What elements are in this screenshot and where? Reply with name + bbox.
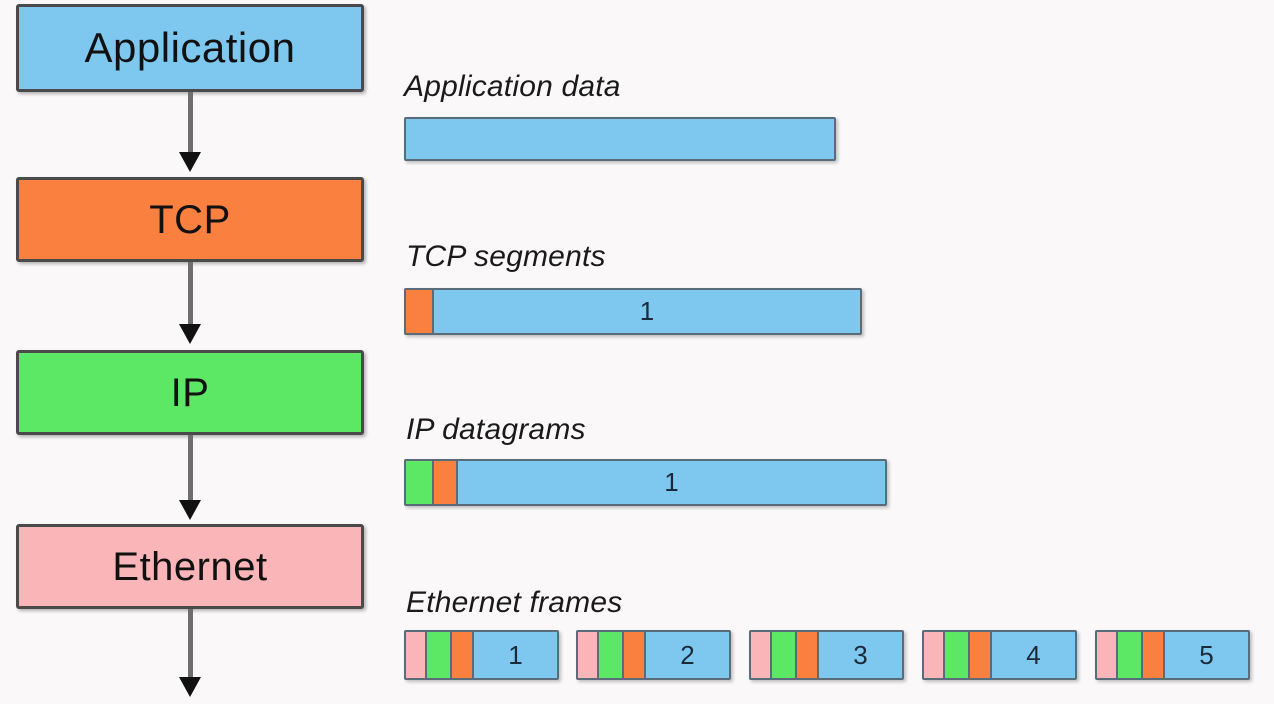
pdu-label-ip-datagrams: IP datagrams	[406, 413, 586, 446]
segment-ethernet-payload: 3	[819, 632, 902, 678]
segment-tcp-header	[406, 290, 434, 333]
segment-ip-header	[406, 461, 434, 504]
segment-ip-header	[1118, 632, 1143, 678]
stack-layer-ethernet: Ethernet	[16, 524, 364, 609]
segment-ip-header	[772, 632, 797, 678]
segment-ip-payload: 1	[458, 461, 885, 504]
segment-tcp-header	[970, 632, 992, 678]
segment-ethernet-header	[406, 632, 427, 678]
pdu-ethernet-frame: 5	[1095, 630, 1250, 680]
segment-ethernet-header	[1097, 632, 1118, 678]
stack-layer-tcp: TCP	[16, 177, 364, 262]
pdu-ethernet-frame: 4	[922, 630, 1077, 680]
stack-layer-ethernet-label: Ethernet	[112, 544, 268, 589]
segment-ip-header	[427, 632, 452, 678]
arrow-ethernet-out	[179, 609, 201, 699]
pdu-tcp-segment: 1	[404, 288, 862, 335]
pdu-ethernet-frame: 1	[404, 630, 559, 680]
segment-ethernet-payload: 4	[992, 632, 1075, 678]
segment-tcp-header	[1143, 632, 1165, 678]
segment-ethernet-payload: 1	[474, 632, 557, 678]
segment-application-payload	[406, 119, 834, 159]
arrow-tcp-to-ip	[179, 262, 201, 347]
pdu-ethernet-frame: 3	[749, 630, 904, 680]
segment-ip-header	[599, 632, 624, 678]
segment-tcp-header	[797, 632, 819, 678]
arrow-application-to-tcp	[179, 92, 201, 174]
pdu-ip-datagram: 1	[404, 459, 887, 506]
stack-layer-ip-label: IP	[170, 370, 210, 415]
encapsulation-diagram: Application TCP IP Ethernet Application …	[0, 0, 1274, 704]
pdu-application-data	[404, 117, 836, 161]
segment-tcp-header	[624, 632, 646, 678]
pdu-label-tcp-segments: TCP segments	[406, 240, 606, 273]
pdu-label-ethernet-frames: Ethernet frames	[406, 586, 623, 619]
pdu-label-application-data: Application data	[404, 70, 621, 103]
pdu-ethernet-frame: 2	[576, 630, 731, 680]
segment-ethernet-header	[924, 632, 945, 678]
stack-layer-application: Application	[16, 4, 364, 92]
stack-layer-application-label: Application	[84, 24, 296, 71]
segment-ip-header	[945, 632, 970, 678]
segment-tcp-header	[434, 461, 458, 504]
stack-layer-tcp-label: TCP	[149, 197, 231, 242]
stack-layer-ip: IP	[16, 350, 364, 435]
segment-ethernet-payload: 5	[1165, 632, 1248, 678]
arrow-ip-to-ethernet	[179, 435, 201, 523]
segment-tcp-header	[452, 632, 474, 678]
segment-ethernet-header	[751, 632, 772, 678]
segment-ethernet-payload: 2	[646, 632, 729, 678]
segment-tcp-payload: 1	[434, 290, 860, 333]
segment-ethernet-header	[578, 632, 599, 678]
